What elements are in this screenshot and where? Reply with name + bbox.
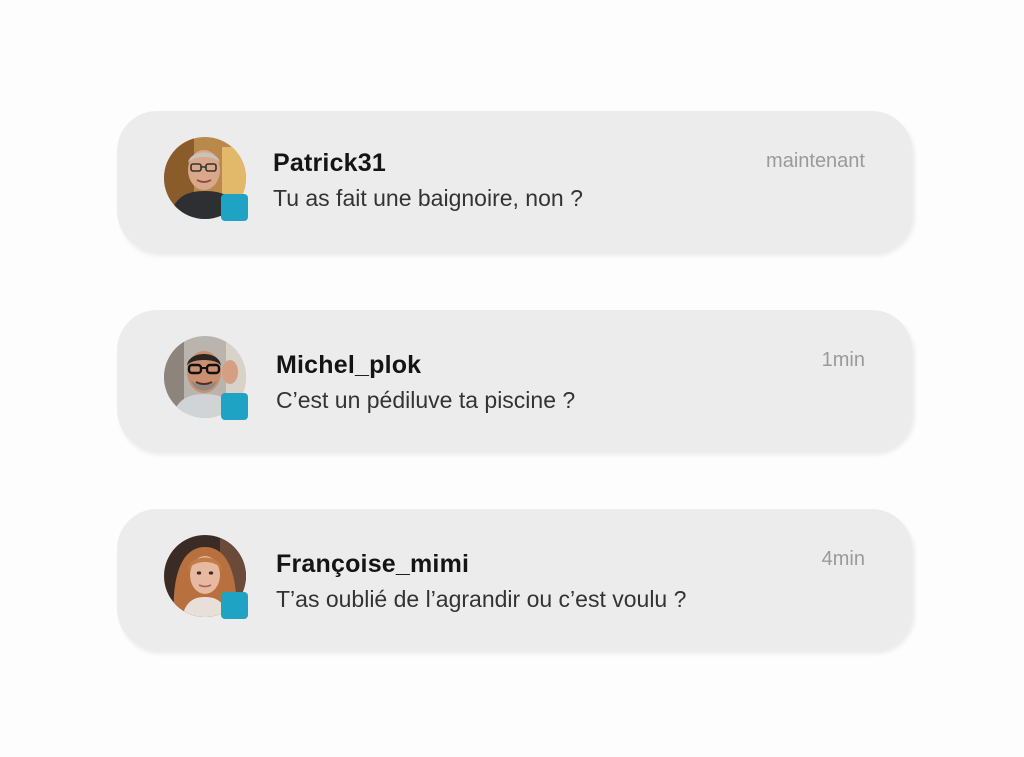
sender-name: Michel_plok [276,351,422,379]
notification-card[interactable]: Michel_plok C’est un pédiluve ta piscine… [117,310,912,450]
sender-name: Patrick31 [273,149,386,177]
sender-name: Françoise_mimi [276,550,470,578]
notification-card[interactable]: Patrick31 Tu as fait une baignoire, non … [117,111,912,251]
avatar-container [164,137,248,221]
timestamp: maintenant [766,150,865,172]
avatar-container [164,336,248,420]
timestamp: 1min [821,349,865,371]
timestamp: 4min [821,548,865,570]
notification-card[interactable]: Françoise_mimi T’as oublié de l’agrandir… [117,509,912,649]
avatar-container [164,535,248,619]
message-text: T’as oublié de l’agrandir ou c’est voulu… [276,586,687,612]
app-badge-icon [221,393,248,420]
app-badge-icon [221,592,248,619]
message-text: Tu as fait une baignoire, non ? [273,185,583,211]
message-text: C’est un pédiluve ta piscine ? [276,387,576,413]
app-badge-icon [221,194,248,221]
